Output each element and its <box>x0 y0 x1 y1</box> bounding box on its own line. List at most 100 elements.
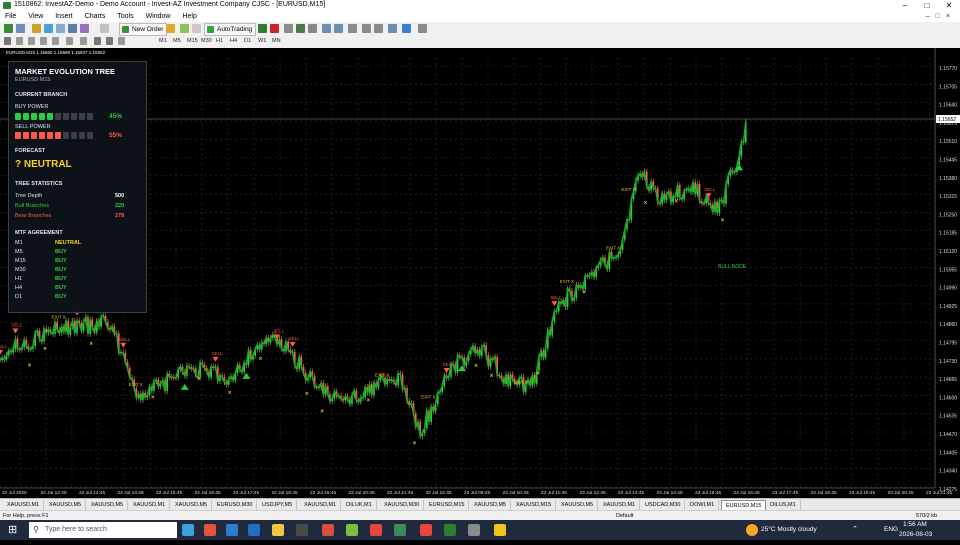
mdi-window-buttons[interactable]: –□× <box>926 11 956 22</box>
chart-tab[interactable]: XAUUSD,M30 <box>380 500 425 510</box>
trendline-icon[interactable] <box>52 37 59 45</box>
maximize-button[interactable]: □ <box>916 0 938 11</box>
chart-tab[interactable]: EURUSD,M30 <box>213 500 258 510</box>
candlestick-icon[interactable] <box>296 24 305 33</box>
periods-icon[interactable] <box>402 24 411 33</box>
copilot-icon[interactable] <box>204 524 216 536</box>
chart-tab[interactable]: XAUUSD,M15 <box>512 500 557 510</box>
metaeditor-icon[interactable] <box>166 24 175 33</box>
chart-tab[interactable]: XAUUSD,M5 <box>171 500 213 510</box>
tray-arrow-icon[interactable]: ⌃ <box>852 520 858 540</box>
menu-help[interactable]: Help <box>177 11 201 22</box>
chart-tab[interactable]: USDJPY,M5 <box>258 500 298 510</box>
strategy-tester-icon[interactable] <box>80 24 89 33</box>
chart-tab[interactable]: XAUUSD,M5 <box>557 500 599 510</box>
timeframe-m15[interactable]: M15 <box>185 37 200 46</box>
chart-tab[interactable]: XAUUSD,M1 <box>300 500 342 510</box>
menu-file[interactable]: File <box>0 11 21 22</box>
chart-tab[interactable]: DOWI,M1 <box>686 500 720 510</box>
app-icon-11[interactable] <box>468 524 480 536</box>
chart-tab[interactable]: USDCAD,M30 <box>641 500 686 510</box>
weather-text[interactable]: 25°C Mostly cloudy <box>761 520 817 540</box>
chart-tab[interactable]: XAUUSD,M1 <box>599 500 641 510</box>
start-icon[interactable]: ⊞ <box>8 524 20 536</box>
data-window-icon[interactable] <box>44 24 53 33</box>
timeframe-w1[interactable]: W1 <box>256 37 268 46</box>
zoom-out-icon[interactable] <box>334 24 343 33</box>
signals-icon[interactable] <box>180 24 189 33</box>
exit-marker: × <box>644 201 648 207</box>
chart-tab[interactable]: XAUUSD,M5 <box>45 500 87 510</box>
search-box[interactable]: ⚲ Type here to search <box>29 522 177 538</box>
chart-tab[interactable]: XAUUSD,M5 <box>470 500 512 510</box>
text-icon[interactable] <box>94 37 101 45</box>
timeframe-d1[interactable]: D1 <box>242 37 253 46</box>
mtf-signal: BUY <box>55 267 67 273</box>
sell-icon[interactable] <box>270 24 279 33</box>
timeframe-h4[interactable]: H4 <box>228 37 239 46</box>
chrome-icon[interactable] <box>370 524 382 536</box>
market-watch-icon[interactable] <box>32 24 41 33</box>
file-explorer-icon[interactable] <box>272 524 284 536</box>
bar-chart-icon[interactable] <box>284 24 293 33</box>
chart-tab[interactable]: XAUUSD,M5 <box>87 500 129 510</box>
menu-tools[interactable]: Tools <box>112 11 138 22</box>
menu-charts[interactable]: Charts <box>80 11 111 22</box>
cursor-icon[interactable] <box>4 37 11 45</box>
new-order-icon <box>122 26 129 33</box>
auto-trading-button[interactable]: AutoTrading <box>204 23 257 36</box>
office-icon[interactable] <box>322 524 334 536</box>
horizontal-line-icon[interactable] <box>40 37 47 45</box>
vertical-line-icon[interactable] <box>28 37 35 45</box>
app-icon-7[interactable] <box>346 524 358 536</box>
tile-icon[interactable] <box>348 24 357 33</box>
chrome-icon-2[interactable] <box>420 524 432 536</box>
store-icon[interactable] <box>296 524 308 536</box>
task-view-icon[interactable] <box>182 524 194 536</box>
arrows-icon[interactable] <box>118 37 125 45</box>
terminal-icon[interactable] <box>68 24 77 33</box>
navigator-icon[interactable] <box>56 24 65 33</box>
options-icon[interactable] <box>192 24 201 33</box>
timeframe-m5[interactable]: M5 <box>171 37 183 46</box>
app-icon-10[interactable] <box>444 524 456 536</box>
chart-tab[interactable]: OILUS,M1 <box>766 500 801 510</box>
line-chart-icon[interactable] <box>308 24 317 33</box>
metatrader-icon[interactable] <box>394 524 406 536</box>
profiles-icon[interactable] <box>16 24 25 33</box>
chart-tab[interactable]: OILUK,M1 <box>342 500 377 510</box>
chart-shift-icon[interactable] <box>374 24 383 33</box>
autoscroll-icon[interactable] <box>362 24 371 33</box>
fibonacci-icon[interactable] <box>80 37 87 45</box>
timeframe-h1[interactable]: H1 <box>214 37 225 46</box>
timeframe-m30[interactable]: M30 <box>199 37 214 46</box>
zoom-in-icon[interactable] <box>322 24 331 33</box>
buy-tree-marker <box>180 383 189 390</box>
crosshair-icon[interactable] <box>16 37 23 45</box>
menu-insert[interactable]: Insert <box>50 11 78 22</box>
power-segment <box>63 113 69 120</box>
chart-tab[interactable]: EURUSD,M15 <box>425 500 470 510</box>
channel-icon[interactable] <box>66 37 73 45</box>
close-button[interactable]: ✕ <box>938 0 960 11</box>
edge-icon[interactable] <box>226 524 238 536</box>
power-segment <box>63 132 69 139</box>
menu-view[interactable]: View <box>23 11 48 22</box>
new-order-button[interactable]: New Order <box>119 23 168 36</box>
chart-tab[interactable]: XAUUSD,M1 <box>129 500 171 510</box>
timeframe-mn[interactable]: MN <box>270 37 283 46</box>
label-icon[interactable] <box>106 37 113 45</box>
app-icon-12[interactable] <box>494 524 506 536</box>
timeframe-m1[interactable]: M1 <box>157 37 169 46</box>
menu-window[interactable]: Window <box>141 11 176 22</box>
indicators-icon[interactable] <box>388 24 397 33</box>
chart-tab[interactable]: XAUUSD,M1 <box>3 500 45 510</box>
templates-icon[interactable] <box>418 24 427 33</box>
history-icon[interactable] <box>100 24 109 33</box>
minimize-button[interactable]: – <box>894 0 916 11</box>
clock-date[interactable]: 2026-08-03 <box>899 525 932 545</box>
outlook-icon[interactable] <box>248 524 260 536</box>
language-indicator[interactable]: ENG <box>884 520 898 540</box>
new-chart-icon[interactable] <box>4 24 13 33</box>
buy-icon[interactable] <box>258 24 267 33</box>
